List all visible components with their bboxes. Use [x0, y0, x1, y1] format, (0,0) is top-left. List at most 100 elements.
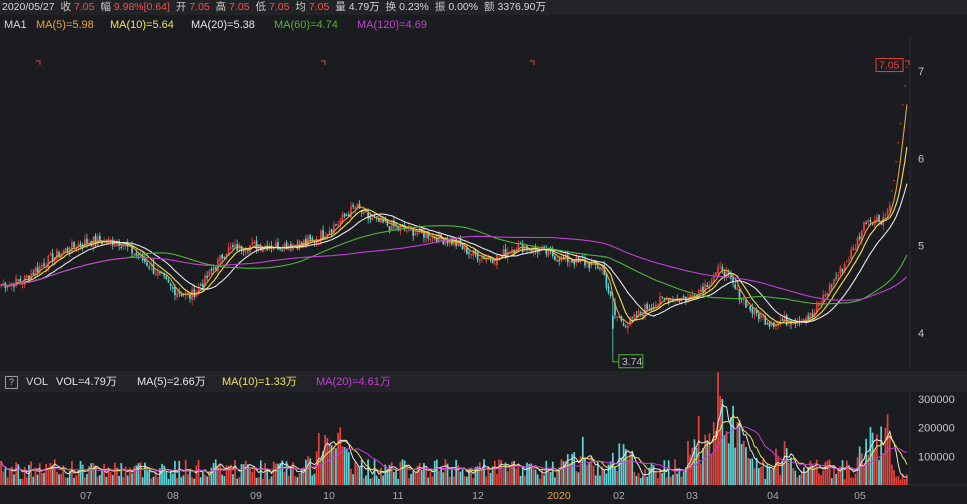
- volume-bar: [768, 466, 771, 485]
- volume-bar: [642, 476, 644, 485]
- candle-body: [607, 286, 610, 293]
- candle-body: [747, 304, 749, 306]
- candle-body: [622, 323, 625, 326]
- candle-body: [830, 285, 833, 287]
- candle-body: [201, 283, 204, 288]
- volume-bar: [212, 463, 215, 485]
- volume-bar: [637, 473, 640, 485]
- volume-bar: [350, 468, 352, 485]
- volume-bar: [534, 469, 537, 485]
- volume-bar: [646, 476, 649, 485]
- price-tick-label: 7: [918, 66, 924, 78]
- candle-body: [135, 252, 138, 255]
- candle-body: [180, 294, 183, 296]
- period-marker: [905, 60, 910, 65]
- x-axis-label: 08: [167, 490, 179, 502]
- x-axis-label: 09: [250, 490, 262, 502]
- period-marker: [36, 60, 41, 65]
- x-axis-label: 03: [686, 490, 698, 502]
- candle-body: [633, 313, 636, 319]
- volume-bar: [320, 458, 322, 485]
- volume-bar: [167, 478, 170, 485]
- volume-bar: [682, 471, 685, 485]
- volume-bar: [266, 469, 269, 485]
- volume-bar: [856, 457, 859, 485]
- volume-bar: [234, 460, 236, 485]
- volume-bar: [255, 477, 258, 485]
- volume-bar: [581, 436, 584, 485]
- candle-body: [498, 256, 500, 258]
- volume-bar: [508, 465, 511, 485]
- candle-body: [416, 232, 419, 235]
- candle-body: [444, 240, 447, 245]
- volume-bar: [382, 475, 385, 485]
- candle-body: [663, 297, 666, 299]
- volume-bar: [863, 464, 865, 485]
- volume-bar: [633, 471, 636, 485]
- volume-bar: [337, 432, 339, 485]
- volume-bar: [873, 449, 876, 485]
- volume-bar: [828, 459, 831, 485]
- candle-body: [869, 220, 872, 222]
- volume-bar: [860, 453, 863, 485]
- volume-bar: [373, 459, 376, 485]
- candle-body: [206, 275, 209, 279]
- volume-bar: [459, 471, 462, 485]
- volume-bar: [676, 473, 679, 485]
- volume-bar: [899, 479, 902, 485]
- volume-bar: [236, 478, 239, 485]
- volume-bar: [262, 479, 264, 485]
- candle-body: [678, 300, 681, 302]
- candle-body: [792, 323, 795, 325]
- volume-bar: [792, 467, 795, 485]
- volume-bar: [79, 461, 82, 485]
- candle-body: [893, 180, 895, 182]
- candle-body: [702, 286, 704, 292]
- volume-bar: [176, 478, 178, 485]
- volume-bar: [253, 467, 256, 485]
- volume-bar: [395, 470, 397, 485]
- volume-bar: [229, 464, 232, 485]
- candle-body: [863, 222, 865, 231]
- stock-chart[interactable]: 7 6 5 4 300000 200000 100000 7.05 3.74 07 08 09 10 11…: [0, 0, 967, 504]
- volume-bar: [178, 460, 181, 485]
- volume-bar: [429, 472, 432, 485]
- volume-bar: [871, 432, 874, 485]
- candle-body: [558, 259, 561, 262]
- volume-bar: [721, 399, 724, 485]
- x-axis-label: 02: [613, 490, 625, 502]
- volume-bar: [592, 465, 595, 485]
- volume-bar: [420, 470, 423, 485]
- candle-body: [281, 250, 284, 252]
- candle-body: [152, 263, 155, 274]
- volume-bar: [727, 443, 730, 485]
- volume-bar: [43, 472, 45, 485]
- volume-bar: [854, 473, 857, 485]
- volume-bar: [414, 472, 417, 485]
- candle-body: [390, 221, 393, 231]
- candle-body: [807, 316, 810, 319]
- volume-bar: [674, 459, 676, 485]
- volume-bar: [204, 474, 206, 485]
- volume-bar: [448, 476, 451, 485]
- volume-bar: [850, 477, 852, 485]
- volume-bar: [440, 467, 442, 485]
- volume-bar: [695, 447, 698, 485]
- volume-bar: [830, 478, 833, 485]
- volume-bar: [903, 479, 906, 485]
- volume-bar: [19, 478, 22, 485]
- volume-bar: [272, 461, 275, 485]
- candle-body: [199, 284, 202, 286]
- volume-bar: [663, 460, 666, 485]
- candle-body: [644, 304, 646, 316]
- candle-body: [43, 263, 45, 267]
- candle-body: [167, 280, 170, 283]
- volume-bar: [554, 477, 556, 485]
- candle-body: [596, 266, 599, 269]
- volume-bar: [21, 478, 24, 485]
- candle-body: [388, 226, 391, 230]
- candle-body: [903, 85, 906, 87]
- volume-bar: [232, 474, 234, 485]
- candle-body: [25, 275, 28, 278]
- volume-bar: [98, 475, 101, 485]
